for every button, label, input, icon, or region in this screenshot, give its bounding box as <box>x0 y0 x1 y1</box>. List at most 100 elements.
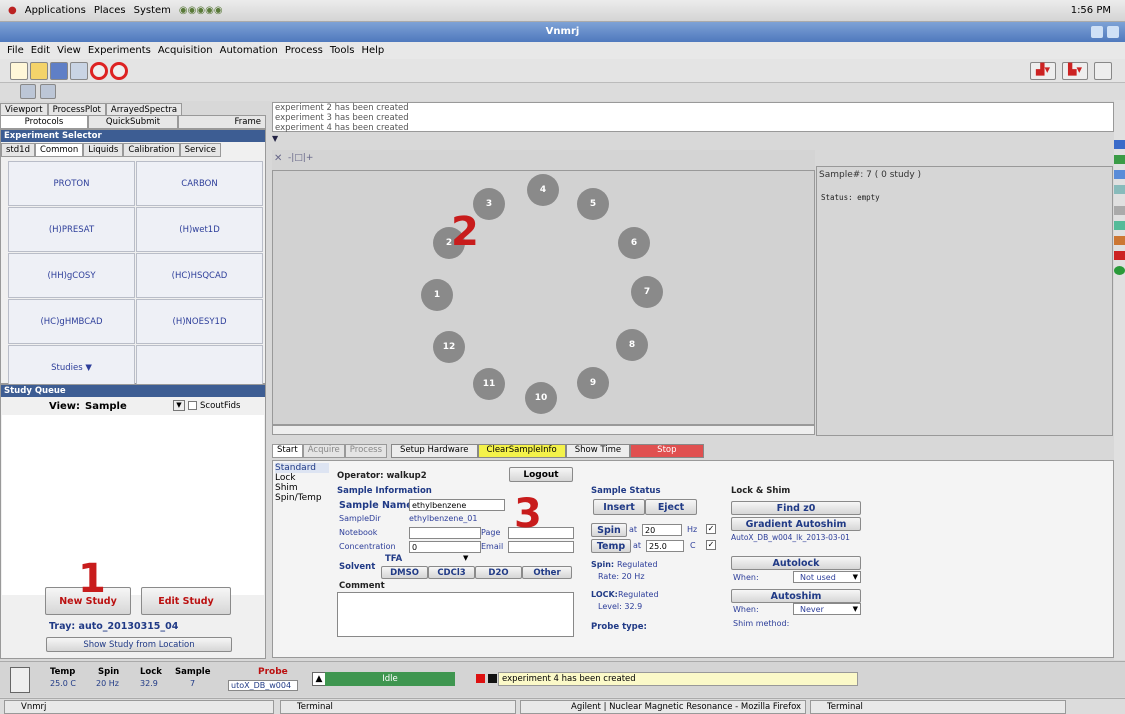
system-menu[interactable]: System <box>134 5 171 16</box>
carousel-slot-9[interactable]: 9 <box>577 367 609 399</box>
solvent-select[interactable]: TFA <box>385 554 402 564</box>
autoshim-dropdown-icon[interactable]: ▼ <box>853 605 858 613</box>
viewport-icon[interactable] <box>20 84 36 99</box>
tool-icon[interactable] <box>1114 206 1125 215</box>
tool-icon[interactable] <box>1114 185 1125 194</box>
protocol-gcosy[interactable]: (HH)gCOSY <box>8 253 135 298</box>
scoutfids-checkbox[interactable] <box>188 401 197 410</box>
spin-button[interactable]: Spin <box>591 523 627 537</box>
collapse-arrow-icon[interactable]: ▼ <box>272 134 280 144</box>
carousel-slot-5[interactable]: 5 <box>577 188 609 220</box>
close-viewport-icon[interactable]: ✕ <box>274 153 282 164</box>
sample-name-input[interactable] <box>409 499 505 511</box>
comment-textarea[interactable] <box>337 592 574 637</box>
notebook-input[interactable] <box>409 527 481 539</box>
protocol-hsqcad[interactable]: (HC)HSQCAD <box>136 253 263 298</box>
carousel-slot-11[interactable]: 11 <box>473 368 505 400</box>
carousel-slot-1[interactable]: 1 <box>421 279 453 311</box>
side-menu-standard[interactable]: Standard <box>275 463 329 473</box>
autoshim-button[interactable]: Autoshim <box>731 589 861 603</box>
protocol-wet1d[interactable]: (H)wet1D <box>136 207 263 252</box>
spin-checkbox[interactable]: ✓ <box>706 524 716 534</box>
solvent-d2o-button[interactable]: D2O <box>475 566 522 579</box>
menu-process[interactable]: Process <box>285 45 323 56</box>
solvent-dmso-button[interactable]: DMSO <box>381 566 428 579</box>
clock[interactable]: 1:56 PM <box>1071 5 1111 16</box>
study-queue-tree[interactable] <box>2 415 264 595</box>
logout-button[interactable]: Logout <box>509 467 573 482</box>
carousel-slot-7[interactable]: 7 <box>631 276 663 308</box>
taskbar-terminal-1[interactable]: Terminal <box>280 700 516 714</box>
viewport-buttons-icon[interactable]: -|□|+ <box>288 153 313 163</box>
blank-tool-icon[interactable] <box>1094 62 1112 80</box>
tab-calibration[interactable]: Calibration <box>123 143 180 157</box>
open-folder-icon[interactable] <box>30 62 48 80</box>
menu-edit[interactable]: Edit <box>31 45 50 56</box>
carousel-slot-8[interactable]: 8 <box>616 329 648 361</box>
save-icon[interactable] <box>50 62 68 80</box>
menu-view[interactable]: View <box>57 45 81 56</box>
side-menu-shim[interactable]: Shim <box>275 483 329 493</box>
protocol-carbon[interactable]: CARBON <box>136 161 263 206</box>
protocol-presat[interactable]: (H)PRESAT <box>8 207 135 252</box>
tool-icon[interactable] <box>1114 266 1125 275</box>
horizontal-scrollbar[interactable] <box>272 425 815 435</box>
carousel-slot-4[interactable]: 4 <box>527 174 559 206</box>
temp-input[interactable] <box>646 540 684 552</box>
protocol-noesy1d[interactable]: (H)NOESY1D <box>136 299 263 344</box>
magnet-icon[interactable] <box>10 667 30 693</box>
temp-button[interactable]: Temp <box>591 539 631 553</box>
menu-help[interactable]: Help <box>361 45 384 56</box>
view-value[interactable]: Sample <box>85 401 127 412</box>
tool-icon[interactable] <box>1114 251 1125 260</box>
solvent-cdcl3-button[interactable]: CDCl3 <box>428 566 475 579</box>
tab-frame[interactable]: Frame <box>178 115 266 129</box>
side-menu-spintemp[interactable]: Spin/Temp <box>275 493 329 503</box>
gradient-autoshim-button[interactable]: Gradient Autoshim <box>731 517 861 531</box>
carousel-slot-6[interactable]: 6 <box>618 227 650 259</box>
eject-button[interactable]: Eject <box>645 499 697 515</box>
temp-checkbox[interactable]: ✓ <box>706 540 716 550</box>
protocol-ghmbcad[interactable]: (HC)gHMBCAD <box>8 299 135 344</box>
menu-experiments[interactable]: Experiments <box>88 45 151 56</box>
email-input[interactable] <box>508 541 574 553</box>
new-icon[interactable] <box>10 62 28 80</box>
autolock-dropdown-icon[interactable]: ▼ <box>853 573 858 581</box>
clear-sample-info-button[interactable]: ClearSampleInfo <box>477 444 566 458</box>
autolock-when-select[interactable]: Not used ▼ <box>793 571 861 583</box>
layout-icon[interactable] <box>40 84 56 99</box>
tab-start[interactable]: Start <box>272 444 303 458</box>
concentration-input[interactable] <box>409 541 481 553</box>
tab-acquire[interactable]: Acquire <box>302 444 345 458</box>
autolock-button[interactable]: Autolock <box>731 556 861 570</box>
setup-hardware-button[interactable]: Setup Hardware <box>391 444 478 458</box>
solvent-dropdown-icon[interactable]: ▼ <box>463 554 468 562</box>
message-log[interactable]: experiment 2 has been created experiment… <box>272 102 1114 133</box>
show-time-button[interactable]: Show Time <box>565 444 631 458</box>
maximize-icon[interactable] <box>1107 26 1119 38</box>
gnome-foot-icon[interactable]: ● <box>8 5 17 16</box>
solvent-other-button[interactable]: Other <box>522 566 572 579</box>
insert-button[interactable]: Insert <box>593 499 645 515</box>
error-indicator-icon[interactable] <box>476 674 485 683</box>
stop-button[interactable]: Stop <box>630 444 704 458</box>
menu-acquisition[interactable]: Acquisition <box>158 45 213 56</box>
applications-menu[interactable]: Applications <box>25 5 86 16</box>
show-study-location-button[interactable]: Show Study from Location <box>46 637 232 652</box>
menu-tools[interactable]: Tools <box>330 45 355 56</box>
minimize-icon[interactable] <box>1091 26 1103 38</box>
find-z0-button[interactable]: Find z0 <box>731 501 861 515</box>
tab-liquids[interactable]: Liquids <box>83 143 124 157</box>
taskbar-firefox[interactable]: Agilent | Nuclear Magnetic Resonance - M… <box>520 700 806 714</box>
tool-icon[interactable] <box>1114 170 1125 179</box>
integral-dropdown-icon[interactable]: ▙▾ <box>1062 62 1088 80</box>
status-indicator-icon[interactable] <box>488 674 497 683</box>
tab-protocols[interactable]: Protocols <box>0 115 88 129</box>
places-menu[interactable]: Places <box>94 5 126 16</box>
probe-value[interactable]: utoX_DB_w004 <box>228 680 298 691</box>
tool-icon[interactable] <box>1114 140 1125 149</box>
probe-label[interactable]: Probe <box>258 667 288 677</box>
launcher-icons[interactable]: ◉◉◉◉◉ <box>179 5 223 16</box>
tab-process[interactable]: Process <box>344 444 388 458</box>
tool-icon[interactable] <box>1114 221 1125 230</box>
